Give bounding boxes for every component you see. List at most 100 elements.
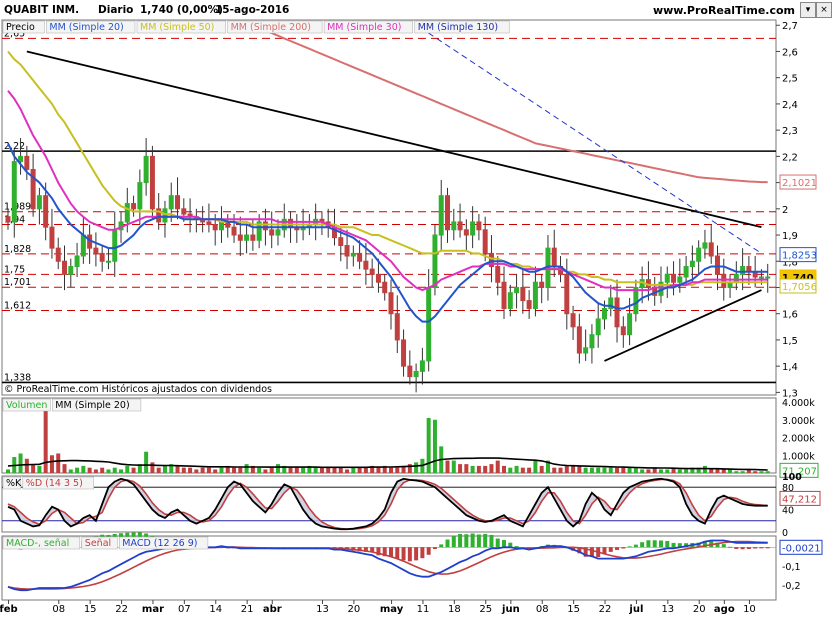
macd-histogram-bar (432, 547, 437, 549)
legend-item: MM (Simple 20) (49, 22, 123, 33)
volume-bar (188, 467, 193, 473)
volume-bar (24, 458, 29, 473)
macd-histogram-bar (589, 547, 594, 557)
candle-body (740, 266, 746, 275)
macd-histogram-bar (627, 546, 632, 548)
candle-body (520, 286, 526, 302)
volume-bar (119, 469, 124, 473)
macd-histogram-bar (721, 544, 726, 548)
volume-bar (389, 467, 393, 473)
volume-bar (18, 453, 23, 473)
volume-bar (414, 462, 419, 473)
candle-body (388, 292, 394, 315)
volume-bar (351, 467, 356, 473)
x-axis-label: 08 (52, 604, 65, 615)
volume-bar (464, 464, 469, 473)
volume-bar (753, 471, 758, 473)
price-axis-label: 2 (782, 205, 788, 216)
volume-bar (313, 467, 318, 473)
volume-bar (206, 467, 211, 473)
candle-body (564, 273, 570, 315)
candle-body (244, 234, 250, 241)
volume-axis-label: 4.000k (782, 398, 815, 409)
price-axis-label: 2,2 (782, 152, 798, 163)
candle-body (237, 234, 243, 241)
candle-body (627, 313, 633, 336)
legend-item: MM (Simple 50) (140, 22, 214, 33)
volume-bar (181, 467, 186, 473)
volume-bar (68, 469, 73, 473)
candle-body (570, 313, 576, 328)
candle-body (36, 195, 42, 210)
volume-bar (238, 467, 243, 473)
price-axis-label: 2,5 (782, 74, 798, 85)
candle-body (445, 195, 451, 231)
candle-body (175, 195, 181, 210)
candle-body (344, 245, 350, 257)
candle-body (74, 255, 80, 268)
candle-body (394, 313, 400, 341)
level-label: 1,828 (4, 244, 31, 255)
stoch-axis-label: 0 (782, 528, 788, 539)
volume-axis-label: 2.000k (782, 434, 815, 445)
macd-histogram-bar (646, 540, 651, 548)
candle-body (419, 360, 425, 372)
candle-body (218, 221, 224, 231)
x-axis-label: 20 (693, 604, 706, 615)
volume-bar (106, 469, 111, 473)
candle-body (55, 247, 61, 262)
volume-bar (483, 465, 488, 473)
volume-bar (596, 467, 601, 473)
volume-bar (257, 467, 262, 473)
candle-body (721, 273, 727, 288)
volume-bar (263, 469, 268, 473)
macd-histogram-bar (728, 546, 733, 548)
volume-bar (301, 467, 306, 473)
x-axis-label: 25 (479, 604, 492, 615)
candle-body (501, 281, 507, 309)
volume-bar (62, 464, 67, 473)
chart-canvas[interactable]: 2,72,62,52,42,32,22,121,91,81,71,61,51,4… (0, 0, 835, 620)
stoch-badge-label: 47,212 (782, 494, 817, 505)
macd-histogram-bar (608, 547, 613, 552)
candle-body (633, 286, 639, 315)
volume-bar (458, 464, 463, 473)
volume-bar (640, 469, 645, 473)
legend-item: Precio (6, 22, 35, 33)
volume-bar (721, 469, 726, 473)
volume-bar (539, 465, 544, 473)
legend-item: MACD (12 26 9) (122, 538, 197, 549)
candle-body (539, 281, 545, 288)
candle-body (470, 221, 476, 236)
x-axis-label: abr (263, 604, 282, 615)
volume-bar (345, 469, 350, 473)
macd-histogram-bar (621, 547, 626, 549)
volume-bar (49, 455, 54, 473)
stoch-axis-label: 40 (782, 506, 794, 517)
macd-histogram-bar (470, 533, 475, 548)
candle-body (93, 247, 99, 254)
volume-bar (357, 467, 362, 473)
candle-body (375, 273, 381, 283)
macd-histogram-bar (652, 540, 657, 548)
price-axis-label: 1,9 (782, 231, 798, 242)
legend-item: Señal (85, 538, 111, 549)
volume-bar (715, 469, 720, 473)
legend-item: MM (Simple 20) (55, 400, 129, 411)
candle-body (105, 260, 111, 263)
legend-item: MM (Simple 30) (327, 22, 401, 33)
macd-histogram-bar (439, 544, 444, 548)
volume-bar (765, 471, 770, 473)
legend-item: Volumen (6, 400, 47, 411)
candle-body (620, 326, 626, 336)
volume-bar (162, 465, 167, 473)
price-axis-label: 2,3 (782, 126, 798, 137)
volume-bar (93, 469, 98, 473)
macd-axis-label: -0,1 (782, 562, 801, 573)
volume-bar (602, 467, 607, 473)
macd-histogram-bar (615, 547, 620, 550)
volume-bar (275, 464, 280, 473)
level-label: 1,612 (4, 301, 31, 312)
volume-bar (319, 467, 324, 473)
candle-body (664, 273, 670, 283)
